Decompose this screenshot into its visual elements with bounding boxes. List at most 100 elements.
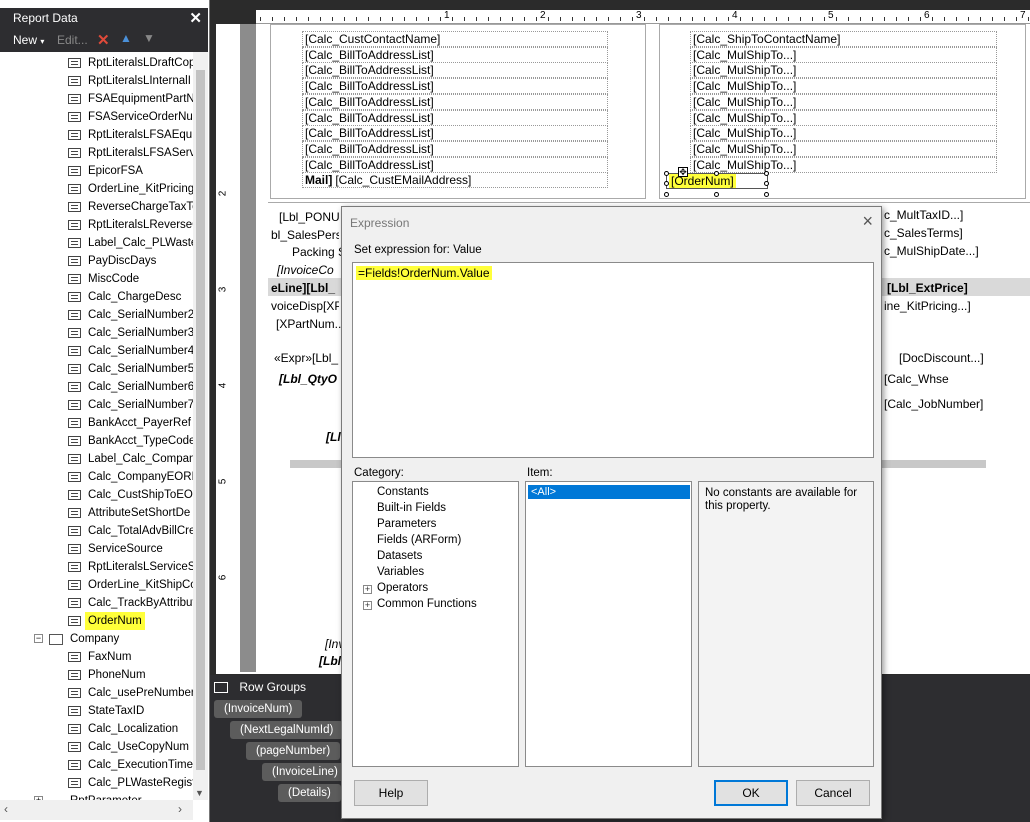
resize-handle[interactable] (664, 171, 669, 176)
field-item[interactable]: PhoneNum (68, 666, 193, 684)
field-item[interactable]: OrderLine_KitShipCo (68, 576, 193, 594)
report-cell[interactable]: c_MulShipDate...] (882, 244, 992, 260)
billto-field[interactable]: [Calc_CustContactName] (302, 31, 608, 47)
report-cell[interactable]: [Lbl_QtyO (277, 372, 347, 388)
report-cell[interactable]: bl_SalesPers (269, 228, 339, 244)
report-cell[interactable]: «Expr»[Lbl_ (272, 351, 342, 367)
billto-field[interactable]: [Calc_BillToAddressList] (302, 125, 608, 142)
field-item[interactable]: AttributeSetShortDe (68, 504, 193, 522)
tree-scroll-thumb[interactable] (196, 70, 205, 770)
field-item[interactable]: ServiceSource (68, 540, 193, 558)
field-item[interactable]: BankAcct_TypeCode (68, 432, 193, 450)
resize-handle[interactable] (764, 181, 769, 186)
expression-text[interactable]: =Fields!OrderNum.Value (356, 266, 492, 280)
item-list[interactable]: <All> (525, 481, 692, 767)
help-button[interactable]: Help (354, 780, 428, 806)
scroll-left-icon[interactable]: ‹ (4, 802, 8, 816)
category-item[interactable]: Common Functions (377, 598, 477, 610)
resize-handle[interactable] (664, 192, 669, 197)
billto-field[interactable]: [Calc_BillToAddressList] (302, 156, 608, 173)
shipto-field[interactable]: [Calc_MulShipTo...] (690, 93, 997, 110)
shipto-field[interactable]: [Calc_ShipToContactName] (690, 31, 997, 47)
shipto-field[interactable]: [Calc_MulShipTo...] (690, 156, 997, 173)
shipto-field[interactable]: [Calc_MulShipTo...] (690, 78, 997, 95)
field-item[interactable]: Calc_SerialNumber3 (68, 324, 193, 342)
item-all[interactable]: <All> (528, 485, 690, 499)
category-item[interactable]: Variables (377, 566, 424, 578)
billto-field[interactable]: [Calc_BillToAddressList] (302, 62, 608, 79)
resize-handle[interactable] (664, 181, 669, 186)
field-item[interactable]: Calc_SerialNumber2 (68, 306, 193, 324)
field-item[interactable]: Calc_UseCopyNum (68, 738, 193, 756)
close-icon[interactable]: × (862, 211, 873, 232)
cancel-button[interactable]: Cancel (796, 780, 870, 806)
field-item[interactable]: Calc_TrackByAttribut (68, 594, 193, 612)
shipto-field[interactable]: [Calc_MulShipTo...] (690, 109, 997, 126)
arrow-down-icon[interactable]: ▼ (143, 31, 155, 45)
field-item[interactable]: Calc_ExecutionTime (68, 756, 193, 774)
report-cell[interactable]: ine_KitPricing...] (882, 299, 992, 315)
field-item[interactable]: Calc_SerialNumber7 (68, 396, 193, 414)
category-item[interactable]: Parameters (377, 518, 436, 530)
field-item[interactable]: RptLiteralsLReverseC (68, 216, 193, 234)
field-item[interactable]: PayDiscDays (68, 252, 193, 270)
row-group-item[interactable]: (Details) (278, 784, 341, 802)
shipto-field[interactable]: [Calc_MulShipTo...] (690, 46, 997, 63)
field-item[interactable]: BankAcct_PayerRef (68, 414, 193, 432)
edit-button[interactable]: Edit... (57, 33, 88, 47)
field-item[interactable]: RptLiteralsLFSAServi (68, 144, 193, 162)
category-item[interactable]: Built-in Fields (377, 502, 446, 514)
report-cell[interactable]: [DocDiscount...] (897, 351, 1007, 367)
expand-icon[interactable]: + (363, 601, 372, 610)
report-cell[interactable]: [XPartNum... (274, 317, 344, 333)
close-icon[interactable]: ✕ (189, 9, 202, 27)
field-item[interactable]: RptLiteralsLInternalI (68, 72, 193, 90)
shipto-field[interactable]: [Calc_MulShipTo...] (690, 125, 997, 142)
report-cell[interactable]: eLine][Lbl_ (269, 281, 339, 297)
field-item[interactable]: OrderLine_KitPricing (68, 180, 193, 198)
field-item[interactable]: Calc_SerialNumber4 (68, 342, 193, 360)
collapse-icon[interactable]: − (34, 634, 43, 643)
report-cell[interactable]: [Calc_JobNumber] (882, 397, 992, 413)
shipto-field[interactable]: [Calc_MulShipTo...] (690, 62, 997, 79)
billto-field[interactable]: [Calc_BillToAddressList] (302, 109, 608, 126)
row-group-item[interactable]: (InvoiceLine) (262, 763, 348, 781)
tree-horizontal-scrollbar[interactable]: ‹ › (0, 800, 193, 820)
report-cell[interactable]: [InvoiceCo (275, 263, 345, 279)
field-item[interactable]: Calc_ChargeDesc (68, 288, 193, 306)
field-item[interactable]: Calc_usePreNumber (68, 684, 193, 702)
resize-handle[interactable] (714, 171, 719, 176)
report-cell[interactable]: voiceDisp[XP (269, 299, 339, 315)
report-cell[interactable]: c_SalesTerms] (882, 226, 992, 242)
resize-handle[interactable] (764, 192, 769, 197)
field-item[interactable]: EpicorFSA (68, 162, 193, 180)
rptparameter-row[interactable]: +RptParameter (34, 792, 193, 800)
category-item[interactable]: Datasets (377, 550, 422, 562)
email-row[interactable]: Mail] [Calc_CustEMailAddress] (302, 172, 608, 188)
billto-field[interactable]: [Calc_BillToAddressList] (302, 46, 608, 63)
category-item[interactable]: Operators (377, 582, 428, 594)
field-item[interactable]: FSAServiceOrderNur (68, 108, 193, 126)
field-item[interactable]: Calc_Localization (68, 720, 193, 738)
field-item[interactable]: ReverseChargeTaxTc (68, 198, 193, 216)
field-item[interactable]: Label_Calc_Company (68, 450, 193, 468)
field-item[interactable]: OrderNum (68, 612, 193, 630)
shipto-field[interactable]: [Calc_MulShipTo...] (690, 140, 997, 157)
report-cell[interactable]: c_MultTaxID...] (882, 208, 992, 224)
field-item[interactable]: Calc_CompanyEORI (68, 468, 193, 486)
row-group-item[interactable]: (InvoiceNum) (214, 700, 303, 718)
delete-icon[interactable]: ✕ (97, 31, 110, 49)
company-row[interactable]: − Company (34, 630, 193, 648)
field-item[interactable]: StateTaxID (68, 702, 193, 720)
row-group-item[interactable]: (pageNumber) (246, 742, 341, 760)
field-item[interactable]: FSAEquipmentPartN (68, 90, 193, 108)
field-item[interactable]: FaxNum (68, 648, 193, 666)
field-item[interactable]: Label_Calc_PLWaste (68, 234, 193, 252)
new-button[interactable]: New ▾ (13, 33, 44, 47)
arrow-up-icon[interactable]: ▲ (120, 31, 132, 45)
report-cell[interactable]: [Lbl_PONU (277, 210, 347, 226)
category-list[interactable]: Constants Built-in Fields Parameters Fields… (352, 481, 519, 767)
field-item[interactable]: RptLiteralsLDraftCop (68, 54, 193, 72)
expression-editor[interactable]: =Fields!OrderNum.Value (352, 262, 874, 458)
field-item[interactable]: RptLiteralsLServiceS (68, 558, 193, 576)
